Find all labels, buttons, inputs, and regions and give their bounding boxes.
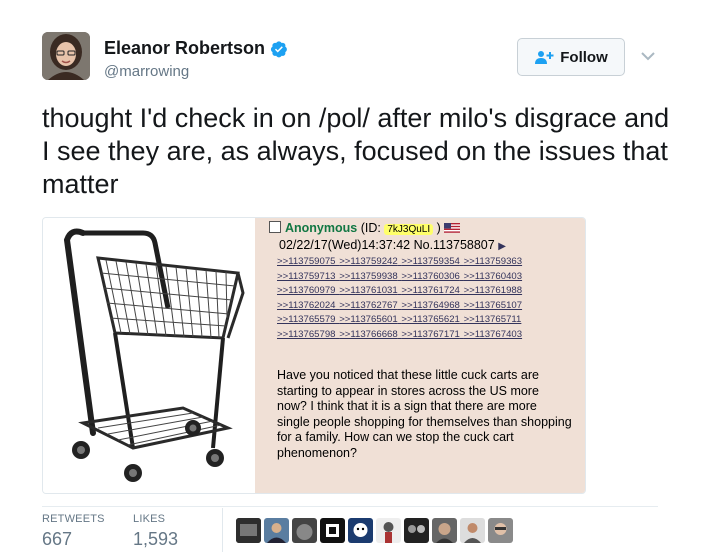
- backlink: >>113765601: [339, 314, 398, 326]
- backlink: >>113765579: [277, 314, 336, 326]
- follow-button-label: Follow: [560, 48, 608, 66]
- retweets-count: 667: [42, 529, 73, 549]
- poster-name: Anonymous: [285, 221, 358, 235]
- post-meta: 02/22/17(Wed)14:37:42 No.113758807 ▶: [279, 238, 506, 252]
- imageboard-post: Anonymous (ID: 7kJ3QuLI ) 02/22/17(Wed)1…: [255, 218, 585, 493]
- backlink: >>113759354: [401, 256, 460, 267]
- post-body: Have you noticed that these little cuck …: [277, 368, 572, 460]
- post-checkbox: [269, 221, 281, 233]
- backlink: >>113765107: [463, 299, 523, 311]
- backlink: >>113760979: [277, 285, 336, 297]
- shopping-cart-icon: [63, 228, 245, 482]
- backlink: >>113765621: [401, 314, 460, 326]
- liker-avatar[interactable]: [460, 518, 485, 543]
- poster-id-suffix: ): [433, 221, 441, 235]
- backlink: >>113767171: [401, 328, 460, 340]
- backlink: >>113759075: [277, 256, 336, 267]
- likes-label: LIKES: [133, 513, 166, 525]
- backlink: >>113765798: [277, 328, 336, 340]
- author-handle[interactable]: @marrowing: [104, 63, 189, 80]
- post-datetime: 02/22/17(Wed)14:37:42: [279, 238, 411, 252]
- liker-avatar[interactable]: [376, 518, 401, 543]
- poster-id: 7kJ3QuLI: [384, 224, 434, 235]
- us-flag-icon: [443, 223, 460, 233]
- liker-avatar[interactable]: [432, 518, 457, 543]
- backlink: >>113762767: [339, 299, 398, 311]
- liker-avatar[interactable]: [264, 518, 289, 543]
- liker-avatar[interactable]: [320, 518, 345, 543]
- backlink: >>113761724: [401, 285, 460, 297]
- backlink: >>113759713: [277, 270, 336, 282]
- backlink: >>113760403: [463, 270, 523, 282]
- poster-id-prefix: (ID:: [360, 221, 385, 235]
- post-backlinks: >>113759075 >>113759242 >>113759354 >>11…: [277, 255, 582, 343]
- follow-person-icon: [535, 51, 554, 64]
- backlink: >>113766668: [339, 328, 398, 340]
- liker-avatar[interactable]: [292, 518, 317, 543]
- retweets-label: RETWEETS: [42, 513, 105, 525]
- backlink: >>113760306: [401, 270, 460, 282]
- post-number: No.113758807: [413, 238, 495, 252]
- backlink: >>113767403: [463, 328, 523, 340]
- post-header: Anonymous (ID: 7kJ3QuLI ): [269, 221, 460, 235]
- likes-count: 1,593: [133, 529, 179, 549]
- backlink: >>113764968: [401, 299, 460, 311]
- stats-divider: [42, 506, 658, 507]
- author-name[interactable]: Eleanor Robertson: [104, 38, 265, 59]
- backlink: >>113762024: [277, 299, 336, 311]
- backlink: >>113759938: [339, 270, 398, 282]
- liker-avatar[interactable]: [404, 518, 429, 543]
- author-name-row[interactable]: Eleanor Robertson: [104, 38, 288, 59]
- verified-badge-icon: [270, 40, 287, 57]
- avatar[interactable]: [42, 32, 90, 80]
- liker-avatar[interactable]: [488, 518, 513, 543]
- follow-button[interactable]: Follow: [517, 38, 625, 76]
- stats-vertical-divider: [222, 508, 223, 552]
- backlink: >>113765711: [463, 314, 522, 326]
- backlink: >>113759363: [463, 256, 523, 267]
- menu-arrow-icon: ▶: [498, 241, 506, 252]
- backlink: >>113759242: [339, 256, 398, 267]
- tweet-text: thought I'd check in on /pol/ after milo…: [42, 103, 670, 199]
- liker-avatar[interactable]: [236, 518, 261, 543]
- liker-avatar[interactable]: [348, 518, 373, 543]
- liker-avatars: [236, 518, 513, 543]
- backlink: >>113761988: [463, 285, 523, 297]
- chevron-down-icon[interactable]: [640, 50, 656, 62]
- retweet-stat[interactable]: RETWEETS 667: [42, 513, 105, 550]
- likes-stat[interactable]: LIKES 1,593: [133, 513, 178, 550]
- shopping-cart-image: [43, 218, 255, 493]
- backlink: >>113761031: [339, 285, 398, 297]
- tweet-media-image[interactable]: Anonymous (ID: 7kJ3QuLI ) 02/22/17(Wed)1…: [42, 217, 586, 494]
